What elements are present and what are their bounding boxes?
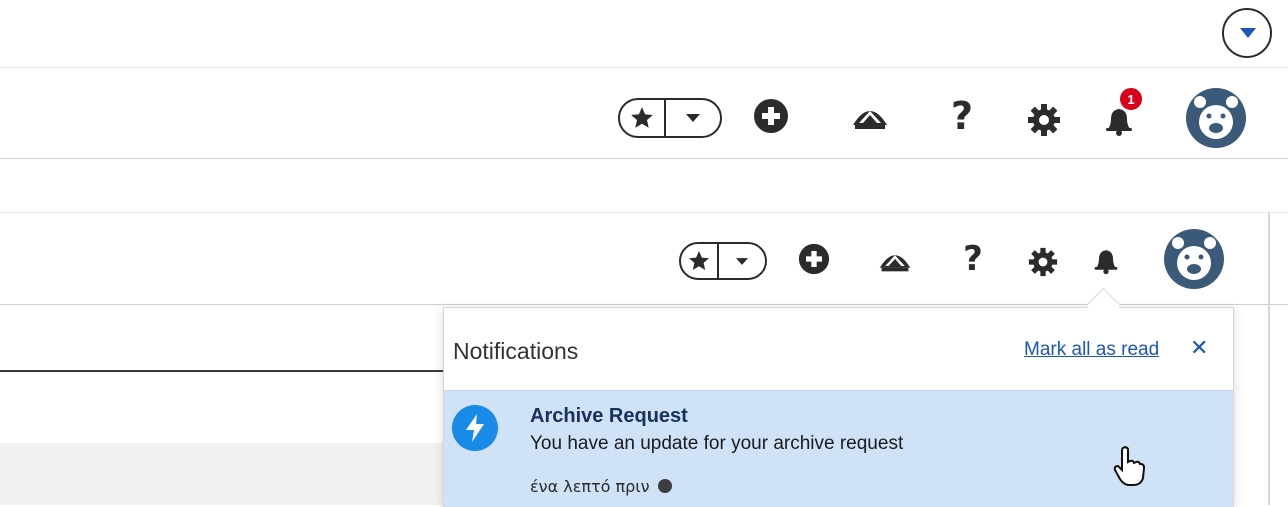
- plus-circle-icon[interactable]: [796, 241, 832, 277]
- notification-title: Archive Request: [530, 405, 688, 427]
- favorites-button[interactable]: [679, 242, 767, 280]
- global-dropdown-button[interactable]: [1222, 8, 1272, 58]
- trailhead-icon[interactable]: [877, 245, 913, 277]
- star-icon[interactable]: [620, 100, 666, 136]
- notification-count-badge: 1: [1118, 86, 1144, 112]
- chevron-down-icon: [686, 114, 700, 122]
- chevron-down-icon: [1240, 28, 1256, 38]
- notification-time: ένα λεπτό πριν: [530, 477, 672, 496]
- tab-underline: [0, 370, 445, 372]
- content-background: [0, 443, 445, 505]
- bear-avatar-icon[interactable]: [1164, 229, 1224, 289]
- bell-icon[interactable]: [1088, 242, 1124, 278]
- help-icon[interactable]: ?: [944, 94, 980, 138]
- notification-time-text: ένα λεπτό πριν: [530, 477, 650, 496]
- close-icon[interactable]: ✕: [1190, 336, 1208, 361]
- favorites-button[interactable]: [618, 98, 722, 138]
- star-icon[interactable]: [681, 244, 719, 278]
- scrollbar-edge: [1268, 212, 1270, 505]
- hand-cursor-icon: [1113, 446, 1146, 491]
- trailhead-icon[interactable]: [850, 100, 890, 136]
- favorites-dropdown[interactable]: [666, 114, 720, 122]
- favorites-dropdown[interactable]: [719, 257, 765, 265]
- help-icon[interactable]: ?: [957, 239, 989, 279]
- panel-title: Notifications: [453, 338, 579, 364]
- plus-circle-icon[interactable]: [751, 96, 791, 136]
- unread-dot: [657, 479, 672, 493]
- notification-body: You have an update for your archive requ…: [530, 433, 904, 454]
- gear-icon[interactable]: [1025, 244, 1061, 280]
- gear-icon[interactable]: [1024, 100, 1064, 140]
- bear-avatar-icon[interactable]: [1186, 88, 1246, 148]
- chevron-down-icon: [736, 257, 748, 265]
- mark-all-read-link[interactable]: Mark all as read: [1024, 339, 1159, 361]
- lightning-icon: [452, 405, 498, 451]
